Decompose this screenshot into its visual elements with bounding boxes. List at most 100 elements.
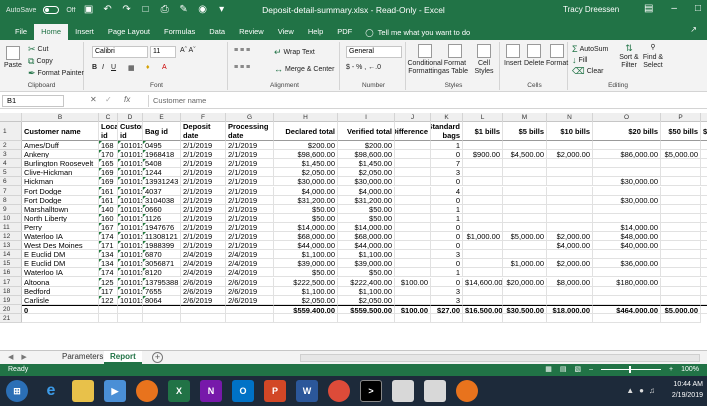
data-cell[interactable] <box>661 159 701 169</box>
data-cell[interactable]: $14,600.00 <box>463 277 503 287</box>
data-cell[interactable]: 3104038 <box>143 195 181 205</box>
data-cell[interactable]: $200.00 <box>274 141 338 151</box>
data-cell[interactable]: 122 <box>99 295 118 305</box>
autosum-button[interactable]: Σ AutoSum <box>572 44 608 54</box>
data-cell[interactable]: 1988399 <box>143 241 181 251</box>
total-cell[interactable]: $559,400.00 <box>274 304 338 314</box>
zoom-slider[interactable] <box>601 365 661 373</box>
row-number[interactable]: 19 <box>0 296 22 305</box>
column-title-cell[interactable]: $50 bills <box>661 122 701 141</box>
data-cell[interactable]: $1,000.00 <box>463 232 503 242</box>
data-cell[interactable]: 2/6/2019 <box>181 286 226 296</box>
row-number[interactable]: 2 <box>0 141 22 151</box>
maximize-icon[interactable]: □ <box>695 3 701 14</box>
data-cell[interactable] <box>503 250 547 260</box>
empty-cell[interactable] <box>547 313 593 323</box>
italic-button[interactable]: I <box>102 64 104 71</box>
data-cell[interactable] <box>701 214 707 223</box>
total-cell[interactable]: $5,000.00 <box>661 304 701 314</box>
data-cell[interactable] <box>661 213 701 223</box>
data-cell[interactable]: 10101xx <box>118 159 143 169</box>
data-cell[interactable]: 13795388 <box>143 277 181 287</box>
empty-cell[interactable] <box>503 313 547 323</box>
total-cell[interactable] <box>181 304 226 314</box>
data-cell[interactable]: $31,200.00 <box>338 195 395 205</box>
cancel-icon[interactable]: ✕ <box>90 95 97 104</box>
data-cell[interactable]: 2/1/2019 <box>226 159 274 169</box>
row-number[interactable]: 17 <box>0 278 22 287</box>
data-cell[interactable]: 4037 <box>143 186 181 196</box>
row-number[interactable]: 9 <box>0 205 22 214</box>
data-cell[interactable]: $44,000.00 <box>274 241 338 251</box>
data-cell[interactable]: Clive-Hickman <box>22 168 99 178</box>
data-cell[interactable]: E Euclid DM <box>22 259 99 269</box>
data-cell[interactable]: $50.00 <box>274 204 338 214</box>
number-format-buttons[interactable]: $ - % , ←.0 <box>346 64 381 71</box>
align-top-icon[interactable]: ≡ ≡ ≡ <box>234 47 250 54</box>
data-cell[interactable]: 2/1/2019 <box>181 213 226 223</box>
column-header[interactable]: O <box>593 113 661 122</box>
java-icon-1[interactable] <box>392 380 414 402</box>
data-cell[interactable]: 160 <box>99 213 118 223</box>
column-header[interactable]: G <box>226 113 274 122</box>
data-cell[interactable] <box>701 287 707 296</box>
tab-home[interactable]: Home <box>34 24 69 40</box>
insert-function-icon[interactable]: fx <box>124 95 130 104</box>
row-number[interactable]: 8 <box>0 196 22 205</box>
zoom-level[interactable]: 100% <box>681 366 699 373</box>
bold-button[interactable]: B <box>92 64 97 71</box>
data-cell[interactable]: 0 <box>431 232 463 242</box>
data-cell[interactable]: 0 <box>431 241 463 251</box>
data-cell[interactable]: $14,000.00 <box>338 222 395 232</box>
data-cell[interactable] <box>661 232 701 242</box>
data-cell[interactable]: $68,000.00 <box>338 232 395 242</box>
data-cell[interactable] <box>503 286 547 296</box>
data-cell[interactable]: $200.00 <box>338 141 395 151</box>
empty-cell[interactable] <box>143 313 181 323</box>
data-cell[interactable]: 134 <box>99 250 118 260</box>
data-cell[interactable] <box>503 213 547 223</box>
data-cell[interactable]: 13931243 <box>143 177 181 187</box>
column-header[interactable]: E <box>143 113 181 122</box>
data-cell[interactable]: Carlisle <box>22 295 99 305</box>
data-cell[interactable]: 2/1/2019 <box>226 222 274 232</box>
sheet-tab-report[interactable]: Report <box>104 351 142 364</box>
data-cell[interactable]: 2/1/2019 <box>181 168 226 178</box>
data-cell[interactable] <box>661 195 701 205</box>
data-cell[interactable] <box>701 223 707 232</box>
data-cell[interactable] <box>395 232 431 242</box>
data-cell[interactable]: 10101xx <box>118 222 143 232</box>
align-left-icon[interactable]: ≡ ≡ ≡ <box>234 64 250 71</box>
empty-cell[interactable] <box>22 313 99 323</box>
clock[interactable]: 10:44 AM 2/19/2019 <box>672 379 703 401</box>
zoom-out-icon[interactable]: – <box>589 366 593 373</box>
data-cell[interactable]: 10101xx <box>118 241 143 251</box>
prev-sheet-icon[interactable]: ◀ <box>8 353 13 361</box>
empty-cell[interactable] <box>593 313 661 323</box>
outlook-icon[interactable]: O <box>232 380 254 402</box>
data-cell[interactable]: $2,050.00 <box>274 295 338 305</box>
row-number[interactable]: 12 <box>0 232 22 242</box>
data-cell[interactable]: 10101xx <box>118 250 143 260</box>
data-cell[interactable]: 10101xx <box>118 141 143 151</box>
data-cell[interactable] <box>395 195 431 205</box>
data-cell[interactable]: 0 <box>431 177 463 187</box>
data-cell[interactable]: $36,000.00 <box>593 259 661 269</box>
data-cell[interactable]: $31,200.00 <box>274 195 338 205</box>
data-cell[interactable] <box>463 168 503 178</box>
data-cell[interactable]: 0495 <box>143 141 181 151</box>
sheet-tab-parameters[interactable]: Parameters <box>56 351 109 364</box>
data-cell[interactable] <box>503 222 547 232</box>
data-cell[interactable]: $900.00 <box>463 150 503 160</box>
data-cell[interactable]: 11308121 <box>143 232 181 242</box>
data-cell[interactable]: 134 <box>99 259 118 269</box>
powerpoint-icon[interactable]: P <box>264 380 286 402</box>
insert-cells-button[interactable]: Insert <box>504 44 522 67</box>
data-cell[interactable]: $98,600.00 <box>274 150 338 160</box>
speaker-icon[interactable]: ♫ <box>649 386 655 395</box>
tab-pdf[interactable]: PDF <box>330 24 359 40</box>
data-cell[interactable] <box>463 259 503 269</box>
column-header[interactable]: K <box>431 113 463 122</box>
data-cell[interactable]: 2/4/2019 <box>181 259 226 269</box>
data-cell[interactable] <box>593 250 661 260</box>
